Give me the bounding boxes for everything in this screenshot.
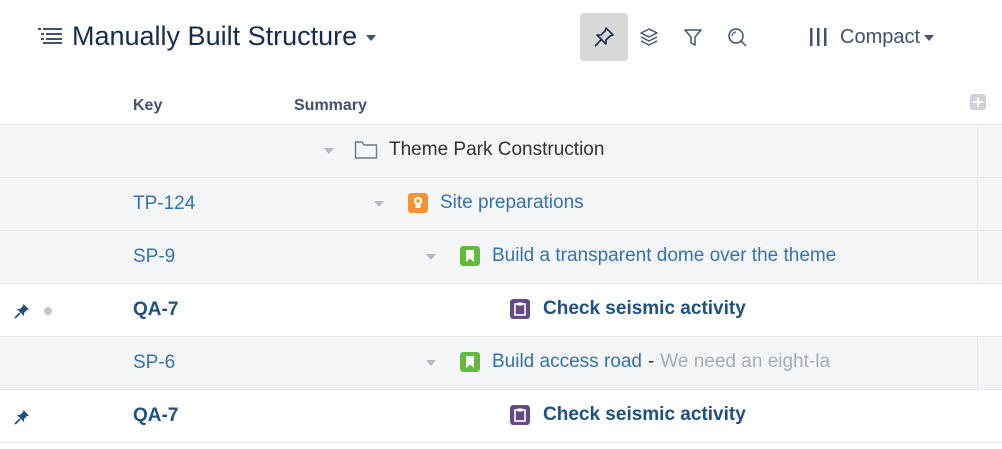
idea-issue-icon <box>408 193 428 213</box>
issue-description: We need an eight-la <box>660 351 831 372</box>
column-divider <box>977 337 978 389</box>
column-divider <box>977 231 978 283</box>
status-dot <box>44 307 52 315</box>
column-header-key[interactable]: Key <box>133 97 162 115</box>
issue-key[interactable]: TP-124 <box>133 193 195 215</box>
structure-rows: Theme Park Construction TP-124 Site prep… <box>0 125 1002 443</box>
summary-separator: - <box>647 351 655 372</box>
search-icon <box>728 28 747 47</box>
filter-button[interactable] <box>669 13 717 61</box>
filter-icon <box>684 29 702 46</box>
issue-key[interactable]: QA-7 <box>133 405 178 427</box>
table-row[interactable]: Theme Park Construction <box>0 125 1002 178</box>
expand-toggle-icon[interactable] <box>426 360 436 366</box>
expand-toggle-icon[interactable] <box>324 148 334 154</box>
row-summary: Theme Park Construction <box>389 139 969 161</box>
pin-button[interactable] <box>580 13 628 61</box>
chevron-down-icon <box>366 34 377 41</box>
issue-summary-link[interactable]: Site preparations <box>440 192 584 213</box>
structure-title: Manually Built Structure <box>72 21 358 51</box>
table-row[interactable]: SP-6 Build access road - We need an eight-… <box>0 337 1002 390</box>
table-row[interactable]: SP-9 Build a transparent dome over the t… <box>0 231 1002 284</box>
folder-icon <box>354 141 378 159</box>
structure-selector[interactable]: Manually Built Structure <box>72 19 377 53</box>
layers-icon <box>640 28 658 46</box>
view-selector[interactable]: Compact <box>808 22 935 52</box>
text-fade <box>862 231 902 283</box>
issue-summary-link[interactable]: Build a transparent dome over the theme <box>492 245 836 266</box>
row-summary: Build access road - We need an eight-la <box>492 351 904 373</box>
table-header: Key Summary <box>0 88 1002 125</box>
expand-toggle-icon[interactable] <box>426 254 436 260</box>
pinned-icon[interactable] <box>14 409 30 425</box>
table-row[interactable]: TP-124 Site preparations <box>0 178 1002 231</box>
issue-summary-link[interactable]: Build access road <box>492 351 642 372</box>
add-column-icon[interactable] <box>970 94 986 110</box>
structure-list-icon <box>38 28 62 44</box>
columns-icon <box>810 28 827 46</box>
table-row[interactable]: QA-7 Check seismic activity <box>0 390 1002 443</box>
row-summary: Site preparations <box>440 192 970 214</box>
column-header-summary[interactable]: Summary <box>294 97 367 115</box>
story-issue-icon <box>460 246 480 266</box>
pinned-icon[interactable] <box>14 303 30 319</box>
issue-key[interactable]: SP-6 <box>133 352 175 374</box>
task-issue-icon <box>510 299 530 319</box>
issue-summary-link[interactable]: Check seismic activity <box>543 404 746 425</box>
chevron-down-icon <box>924 35 935 41</box>
folder-name: Theme Park Construction <box>389 139 605 160</box>
issue-key[interactable]: SP-9 <box>133 246 175 268</box>
pin-icon <box>594 27 614 47</box>
row-summary: Check seismic activity <box>543 404 963 426</box>
expand-toggle-icon[interactable] <box>374 201 384 207</box>
column-divider <box>977 125 978 177</box>
issue-key[interactable]: QA-7 <box>133 299 178 321</box>
column-divider <box>977 178 978 230</box>
issue-summary-link[interactable]: Check seismic activity <box>543 298 746 319</box>
view-label: Compact <box>840 25 921 48</box>
structure-header: Manually Built Structure Compact <box>0 0 1002 80</box>
layers-button[interactable] <box>625 13 673 61</box>
story-issue-icon <box>460 352 480 372</box>
task-issue-icon <box>510 405 530 425</box>
row-summary: Build a transparent dome over the theme <box>492 245 902 267</box>
text-fade <box>864 337 904 389</box>
search-button[interactable] <box>713 13 761 61</box>
table-row[interactable]: QA-7 Check seismic activity <box>0 284 1002 337</box>
row-summary: Check seismic activity <box>543 298 963 320</box>
